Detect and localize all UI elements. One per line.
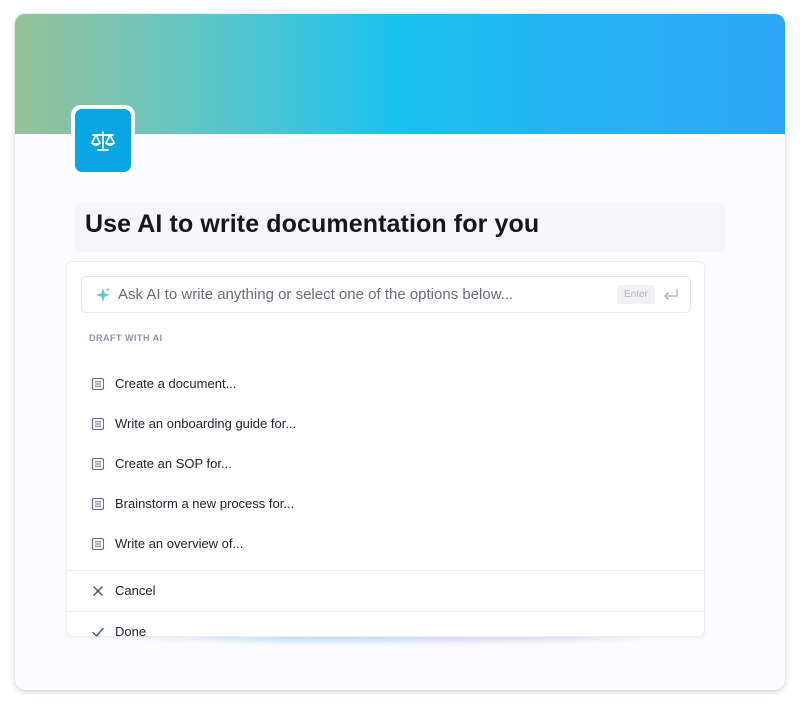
logo-badge: [75, 109, 131, 172]
menu-item-write-overview[interactable]: Write an overview of...: [67, 526, 704, 562]
cancel-button[interactable]: Cancel: [67, 572, 704, 610]
menu-item-onboarding-guide[interactable]: Write an onboarding guide for...: [67, 406, 704, 442]
return-arrow-icon[interactable]: [662, 286, 680, 304]
workspace-logo: [71, 105, 135, 176]
menu-item-label: Write an onboarding guide for...: [115, 416, 297, 431]
menu-item-brainstorm-process[interactable]: Brainstorm a new process for...: [67, 486, 704, 522]
ai-prompt-placeholder: Ask AI to write anything or select one o…: [118, 286, 514, 303]
page-title[interactable]: Use AI to write documentation for you: [85, 210, 539, 239]
close-icon: [93, 586, 103, 596]
document-icon: [91, 457, 105, 471]
ai-prompt-input[interactable]: Ask AI to write anything or select one o…: [81, 276, 691, 313]
scales-icon: [91, 130, 115, 151]
sparkle-icon: [96, 287, 111, 302]
document-icon: [91, 377, 105, 391]
document-icon: [91, 417, 105, 431]
done-label: Done: [115, 624, 147, 639]
document-icon: [91, 497, 105, 511]
enter-key-badge: Enter: [617, 285, 655, 304]
menu-item-create-sop[interactable]: Create an SOP for...: [67, 446, 704, 482]
cancel-label: Cancel: [115, 583, 156, 598]
done-button[interactable]: Done: [67, 613, 704, 651]
menu-item-label: Write an overview of...: [115, 536, 244, 551]
divider: [67, 570, 704, 571]
menu-item-label: Create an SOP for...: [115, 456, 232, 471]
ai-assistant-panel: Ask AI to write anything or select one o…: [66, 261, 705, 639]
menu-item-create-document[interactable]: Create a document...: [67, 366, 704, 402]
divider: [67, 611, 704, 612]
menu-item-label: Create a document...: [115, 376, 237, 391]
menu-item-label: Brainstorm a new process for...: [115, 496, 295, 511]
section-label-draft-with-ai: DRAFT WITH AI: [89, 333, 163, 343]
document-icon: [91, 537, 105, 551]
checkmark-icon: [92, 627, 104, 637]
page-title-block[interactable]: Use AI to write documentation for you: [75, 202, 725, 252]
